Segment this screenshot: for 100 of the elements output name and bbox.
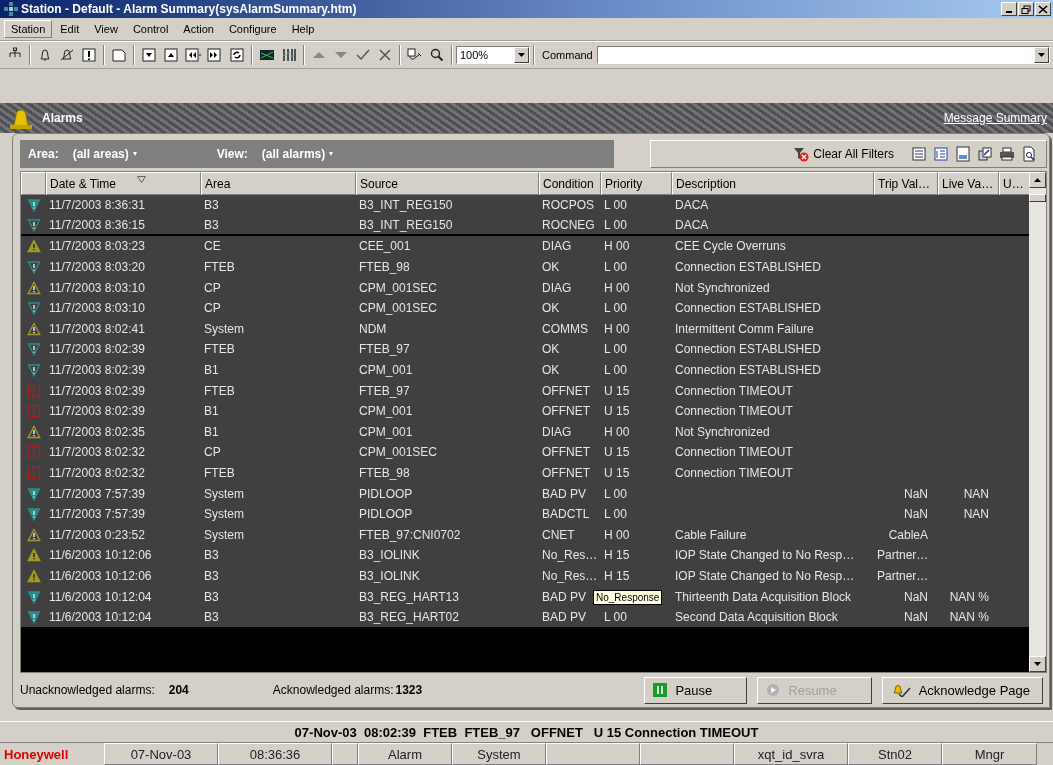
column-header[interactable]: Area (201, 172, 356, 195)
zoom-combo[interactable]: 100% (456, 46, 530, 64)
view-label: View: (216, 147, 248, 161)
view-filter[interactable]: (all alarms) (261, 147, 326, 161)
table-cell-text: B3_REG_HART02 (358, 610, 460, 625)
table-cell-text: DIAG (541, 280, 573, 295)
alarm-row[interactable]: 11/7/2003 8:02:32 FTEB FTEB_98 OFFNET U 15 Connection TIMEOUT (21, 462, 1031, 484)
table-cell-text: ROCPOS (541, 198, 595, 213)
table-cell-text: FTEB (203, 260, 236, 275)
alarm-row[interactable]: 11/6/2003 10:12:06 B3 B3_IOLINK No_Res… H 15 IOP State Changed to No Resp… Partner… (21, 545, 1031, 566)
table-cell-text: OFFNET (541, 445, 591, 460)
alarm-row[interactable]: 11/7/2003 8:03:10 CP CPM_001SEC DIAG H 00 Not Synchronized (21, 277, 1031, 298)
status-cell: 07-Nov-03 (104, 743, 218, 765)
column-header[interactable]: Description (672, 172, 874, 195)
alarm-row[interactable]: 11/7/2003 0:23:52 System FTEB_97:CNI0702 CNET H 00 Cable Failure CableA (21, 524, 1031, 546)
play-icon (766, 683, 781, 697)
clear-filters-button[interactable]: Clear All Filters (789, 144, 898, 164)
table-cell-text: No_Res… (541, 548, 599, 563)
column-header[interactable]: Condition (539, 172, 601, 195)
minimize-button[interactable] (1001, 2, 1017, 16)
export-icon (977, 146, 993, 162)
table-cell-text: No_Res… (541, 569, 599, 583)
caret-icon (329, 152, 334, 156)
alarm-row[interactable]: 11/7/2003 8:02:39 FTEB FTEB_97 OK L 00 Connection ESTABLISHED (21, 339, 1031, 360)
table-cell-text: NaN (903, 486, 929, 501)
alarm-row[interactable]: 11/7/2003 7:57:39 System PIDLOOP BAD PV L 00 NaN NAN (21, 483, 1031, 504)
alarm-row[interactable]: 11/7/2003 8:03:23 CE CEE_001 DIAG H 00 CEE Cycle Overruns (21, 236, 1031, 257)
status-cell: 08:36:36 (218, 743, 332, 765)
table-cell-text: Connection TIMEOUT (674, 466, 794, 480)
unacknowledged-label: Unacknowledged alarms: (20, 683, 155, 697)
scroll-thumb[interactable] (1029, 194, 1046, 202)
alarm-row[interactable]: 11/7/2003 8:36:15 B3 B3_INT_REG150 ROCNEG L 00 DACA (21, 215, 1031, 237)
table-cell-text: H 15 (603, 548, 631, 563)
table-cell-text: 11/7/2003 8:03:10 (48, 280, 146, 295)
window-title: Station - Default - Alarm Summary(sysAlarmSummary.htm) (21, 2, 358, 16)
table-cell-text: OFFNET (541, 466, 591, 480)
x-icon (377, 47, 393, 63)
action-button[interactable]: Acknowledge Page (881, 676, 1043, 704)
alarm-row[interactable]: 11/7/2003 7:57:39 System PIDLOOP BADCTL L 00 NaN NAN (21, 503, 1031, 525)
scroll-up-button[interactable] (1029, 172, 1046, 188)
table-cell-text: OK (541, 301, 561, 316)
table-cell-text: L 00 (603, 217, 628, 232)
area-filter[interactable]: (all areas) (72, 147, 129, 161)
alarm-row[interactable]: 11/7/2003 8:03:20 FTEB FTEB_98 OK L 00 Connection ESTABLISHED (21, 256, 1031, 278)
close-button[interactable] (1035, 2, 1051, 16)
table-cell-text: FTEB_97:CNI0702 (358, 527, 462, 542)
bell-check-icon (890, 683, 911, 697)
page-down-icon (141, 47, 157, 63)
table-cell-text: 11/7/2003 8:02:32 (48, 466, 146, 480)
scroll-down-button[interactable] (1029, 656, 1046, 672)
table-cell-text: 11/7/2003 8:03:20 (48, 260, 146, 275)
scrollbar[interactable] (1029, 172, 1046, 672)
menu-item[interactable]: Edit (53, 20, 87, 38)
down-arrow-icon (1034, 662, 1041, 666)
table-cell-text: Intermittent Comm Failure (674, 321, 815, 336)
table-cell-text: Partner… (876, 548, 930, 563)
restore-button[interactable] (1018, 2, 1034, 16)
status-cell: Alarm (358, 743, 452, 765)
menu-item[interactable]: Station (4, 20, 53, 38)
alarm-row[interactable]: 11/7/2003 8:02:39 FTEB FTEB_97 OFFNET U 15 Connection TIMEOUT (21, 380, 1031, 401)
table-cell-text: B3 (203, 217, 220, 232)
table-cell-text: B3_REG_HART13 (358, 589, 460, 604)
alarm-row[interactable]: 11/6/2003 10:12:06 B3 B3_IOLINK No_Res… H 15 IOP State Changed to No Resp… Partner… (21, 565, 1031, 587)
alarm-row[interactable]: 11/7/2003 8:36:31 B3 B3_INT_REG150 ROCPOS L 00 DACA (21, 195, 1031, 216)
alarm-row[interactable]: 11/7/2003 8:03:10 CP CPM_001SEC OK L 00 Connection ESTABLISHED (21, 297, 1031, 319)
table-cell-text: CPM_001SEC (358, 301, 439, 316)
table-cell-text: 11/7/2003 8:02:32 (48, 445, 146, 460)
table-cell-text: DIAG (541, 424, 573, 439)
dropdown-button[interactable] (1034, 47, 1049, 63)
alarm-row[interactable]: 11/7/2003 8:02:39 B1 CPM_001 OK L 00 Connection ESTABLISHED (21, 359, 1031, 381)
column-header[interactable]: Live Va… (938, 172, 999, 195)
column-header[interactable]: Source (356, 172, 539, 195)
command-field[interactable] (596, 46, 1050, 64)
table-cell-text: L 00 (603, 342, 628, 357)
alarm-row[interactable]: 11/7/2003 8:02:39 B1 CPM_001 OFFNET U 15 Connection TIMEOUT (21, 400, 1031, 422)
action-button[interactable]: Pause (644, 676, 748, 704)
table-cell-text: CE (203, 239, 222, 254)
column-header[interactable]: Trip Val… (874, 172, 938, 195)
status-cell: Stn02 (848, 743, 942, 765)
alarm-row[interactable]: 11/6/2003 10:12:04 B3 B3_REG_HART02 BAD PV L 00 Second Data Acquisition Block NaN NAN % (21, 606, 1031, 628)
table-cell-text: 11/7/2003 8:02:39 (48, 363, 146, 378)
menu-item[interactable]: Control (125, 20, 176, 38)
alarm-row[interactable]: 11/7/2003 8:02:41 System NDM COMMS H 00 Intermittent Comm Failure (21, 318, 1031, 340)
column-header[interactable]: Priority (601, 172, 672, 195)
alarm-row[interactable]: 11/7/2003 8:02:35 B1 CPM_001 DIAG H 00 Not Synchronized (21, 421, 1031, 443)
menu-item[interactable]: Help (284, 20, 322, 38)
message-summary-link[interactable]: Message Summary (943, 111, 1047, 125)
table-cell-text: DACA (674, 198, 710, 213)
table-cell-text: L 00 (603, 198, 628, 213)
table-cell-text: B3_INT_REG150 (358, 198, 454, 213)
table-cell-text: Second Data Acquisition Block (674, 610, 839, 625)
alarm-row[interactable]: 11/7/2003 8:02:32 CP CPM_001SEC OFFNET U 15 Connection TIMEOUT (21, 442, 1031, 463)
menu-item[interactable]: Action (176, 20, 221, 38)
table-cell-text: L 00 (603, 507, 628, 522)
dropdown-button[interactable] (514, 47, 529, 63)
panel-title: Alarms (42, 111, 84, 125)
menu-item[interactable]: View (87, 20, 125, 38)
menu-item[interactable]: Configure (221, 20, 284, 38)
table-cell-text: L 00 (603, 301, 628, 316)
column-header[interactable]: Date & Time (46, 172, 201, 195)
